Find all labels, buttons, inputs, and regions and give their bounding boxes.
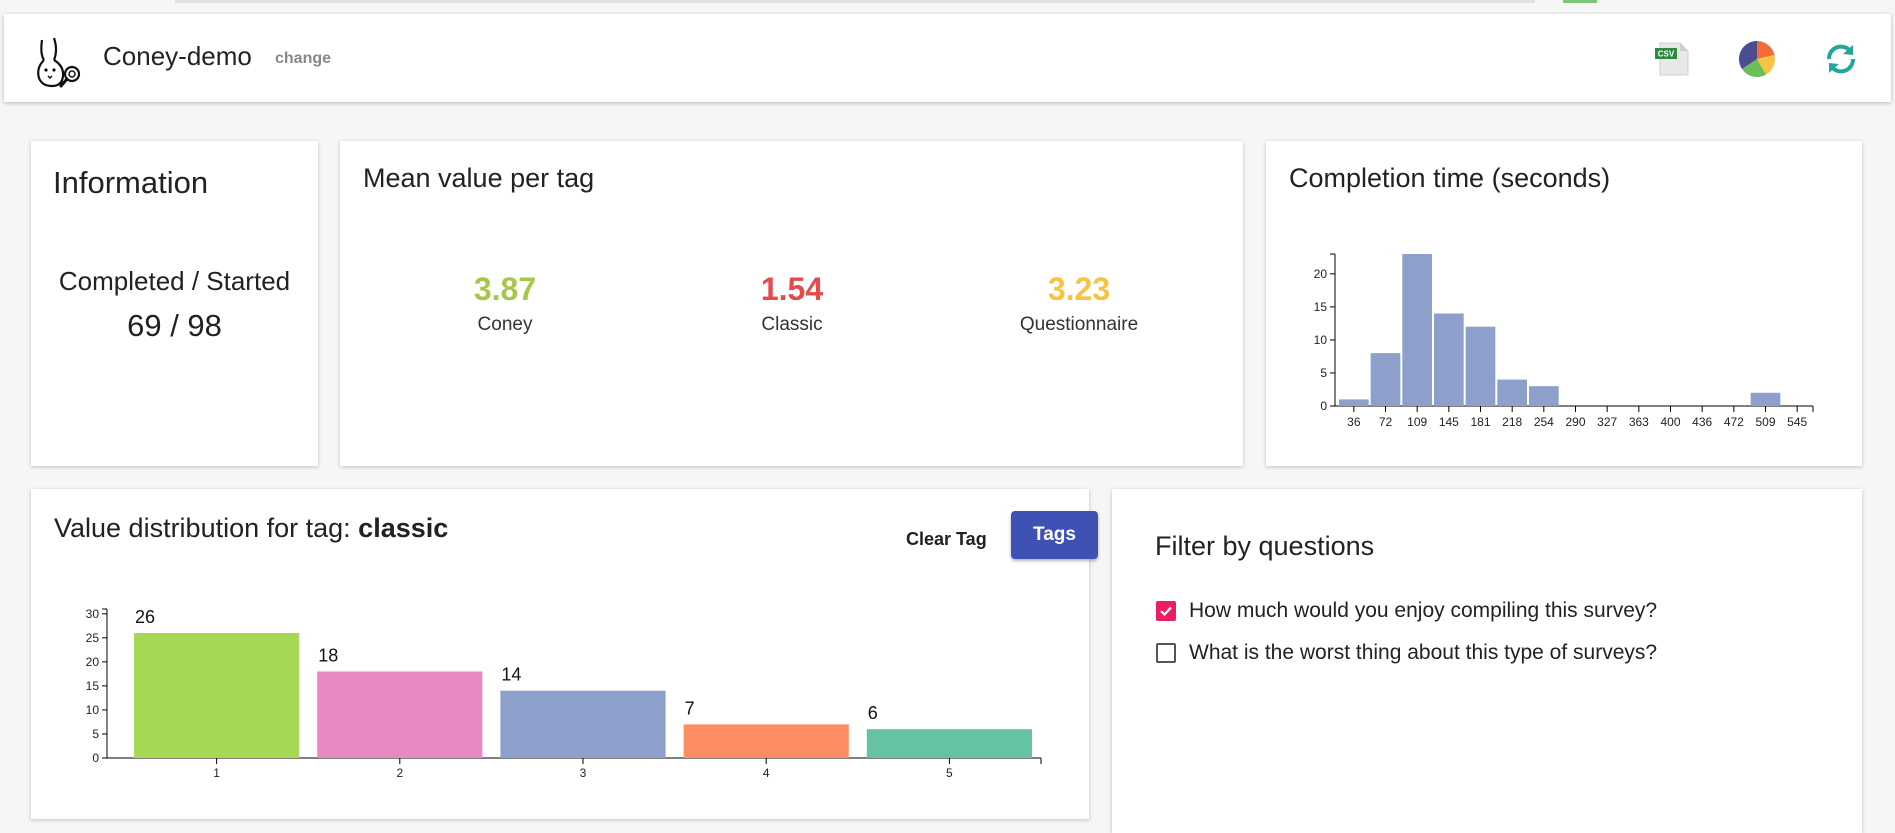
question-label: How much would you enjoy compiling this … [1189,599,1658,622]
bar [1370,353,1401,406]
bar-data-label: 26 [135,607,155,627]
x-tick-label: 3 [580,766,587,780]
x-tick-label: 2 [396,766,403,780]
y-tick-label: 5 [92,727,99,741]
bar [500,690,666,758]
x-tick-label: 509 [1755,415,1775,429]
y-tick-label: 0 [92,751,99,765]
x-tick-label: 36 [1347,415,1361,429]
browser-top-bar [175,0,1535,3]
bar [1434,313,1464,406]
y-tick-label: 15 [1314,300,1328,314]
x-tick-label: 400 [1660,415,1680,429]
y-tick-label: 15 [86,679,100,693]
filter-card: Filter by questions How much would you e… [1112,489,1862,833]
question-checkbox-checked[interactable] [1156,601,1176,621]
x-tick-label: 327 [1597,415,1617,429]
question-filter-item[interactable]: How much would you enjoy compiling this … [1156,599,1657,623]
y-tick-label: 30 [86,607,100,621]
x-tick-label: 290 [1565,415,1585,429]
question-filter-item[interactable]: What is the worst thing about this type … [1156,641,1657,665]
bar [866,729,1032,758]
x-tick-label: 145 [1439,415,1459,429]
filter-title: Filter by questions [1155,531,1375,561]
y-tick-label: 0 [1320,399,1327,413]
value-distribution-card: Value distribution for tag: classic Clea… [31,489,1098,819]
change-survey-link[interactable]: change [275,50,331,68]
bar [317,671,483,758]
pie-chart-icon[interactable] [1732,34,1782,84]
x-tick-label: 109 [1407,415,1427,429]
bar-data-label: 6 [868,703,878,723]
x-tick-label: 181 [1470,415,1490,429]
mean-item-questionnaire: 3.23 Questionnaire [959,271,1199,336]
x-tick-label: 5 [946,766,953,780]
mean-value-title: Mean value per tag [363,163,595,193]
y-tick-label: 10 [1314,333,1328,347]
mean-item-classic: 1.54 Classic [672,271,912,336]
mean-value: 3.23 [1047,271,1111,307]
x-tick-label: 472 [1724,415,1744,429]
x-tick-label: 363 [1629,415,1649,429]
bar-data-label: 18 [318,645,338,665]
mean-label: Classic [761,314,823,335]
completed-started-value: 69 / 98 [127,308,222,343]
bar [1750,392,1781,406]
y-tick-label: 25 [86,631,100,645]
y-tick-label: 20 [1314,267,1328,281]
mean-value: 3.87 [473,271,537,307]
browser-indicator [1563,0,1597,3]
mean-label: Questionnaire [1019,314,1139,335]
bar [134,633,300,758]
bar [1339,399,1369,406]
x-tick-label: 436 [1692,415,1712,429]
x-tick-label: 72 [1379,415,1393,429]
csv-export-icon[interactable]: CSV [1647,34,1697,84]
x-tick-label: 545 [1787,415,1807,429]
refresh-icon[interactable] [1816,34,1866,84]
csv-icon-label: CSV [1658,50,1675,59]
question-label: What is the worst thing about this type … [1189,641,1658,664]
y-tick-label: 10 [86,703,100,717]
bar-data-label: 7 [685,698,695,718]
app-bar: Coney-demo change CSV [4,14,1891,102]
mean-item-coney: 3.87 Coney [385,271,625,336]
x-tick-label: 218 [1502,415,1522,429]
question-checkbox[interactable] [1156,643,1176,663]
check-icon [1160,606,1172,617]
value-distribution-chart: 0 5 10 15 20 25 30 26 1 18 2 14 3 7 4 6 5 [86,607,1042,780]
information-title: Information [53,165,209,200]
mean-label: Coney [477,314,533,335]
bar [1497,379,1527,406]
bar [683,724,849,758]
completion-time-card: Completion time (seconds) 0 5 10 15 20 36 72 10… [1266,141,1862,466]
bar-data-label: 14 [501,665,521,685]
coney-rabbit-logo-icon[interactable] [32,34,88,90]
x-tick-label: 4 [763,766,770,780]
bar [1465,326,1496,406]
y-tick-label: 5 [1320,366,1327,380]
completion-time-histogram: 0 5 10 15 20 36 72 109 145 181 218 254 290 327 363 400 4… [1314,253,1814,429]
mean-value: 1.54 [760,271,824,307]
x-tick-label: 254 [1534,415,1554,429]
completed-started-label: Completed / Started [58,266,291,296]
app-title: Coney-demo [103,41,252,71]
x-tick-label: 1 [213,766,220,780]
mean-value-card: Mean value per tag 3.87 Coney 1.54 Class… [340,141,1243,466]
y-tick-label: 20 [86,655,100,669]
information-card: Information Completed / Started 69 / 98 [31,141,318,466]
bar [1529,386,1559,406]
bar [1402,254,1432,406]
